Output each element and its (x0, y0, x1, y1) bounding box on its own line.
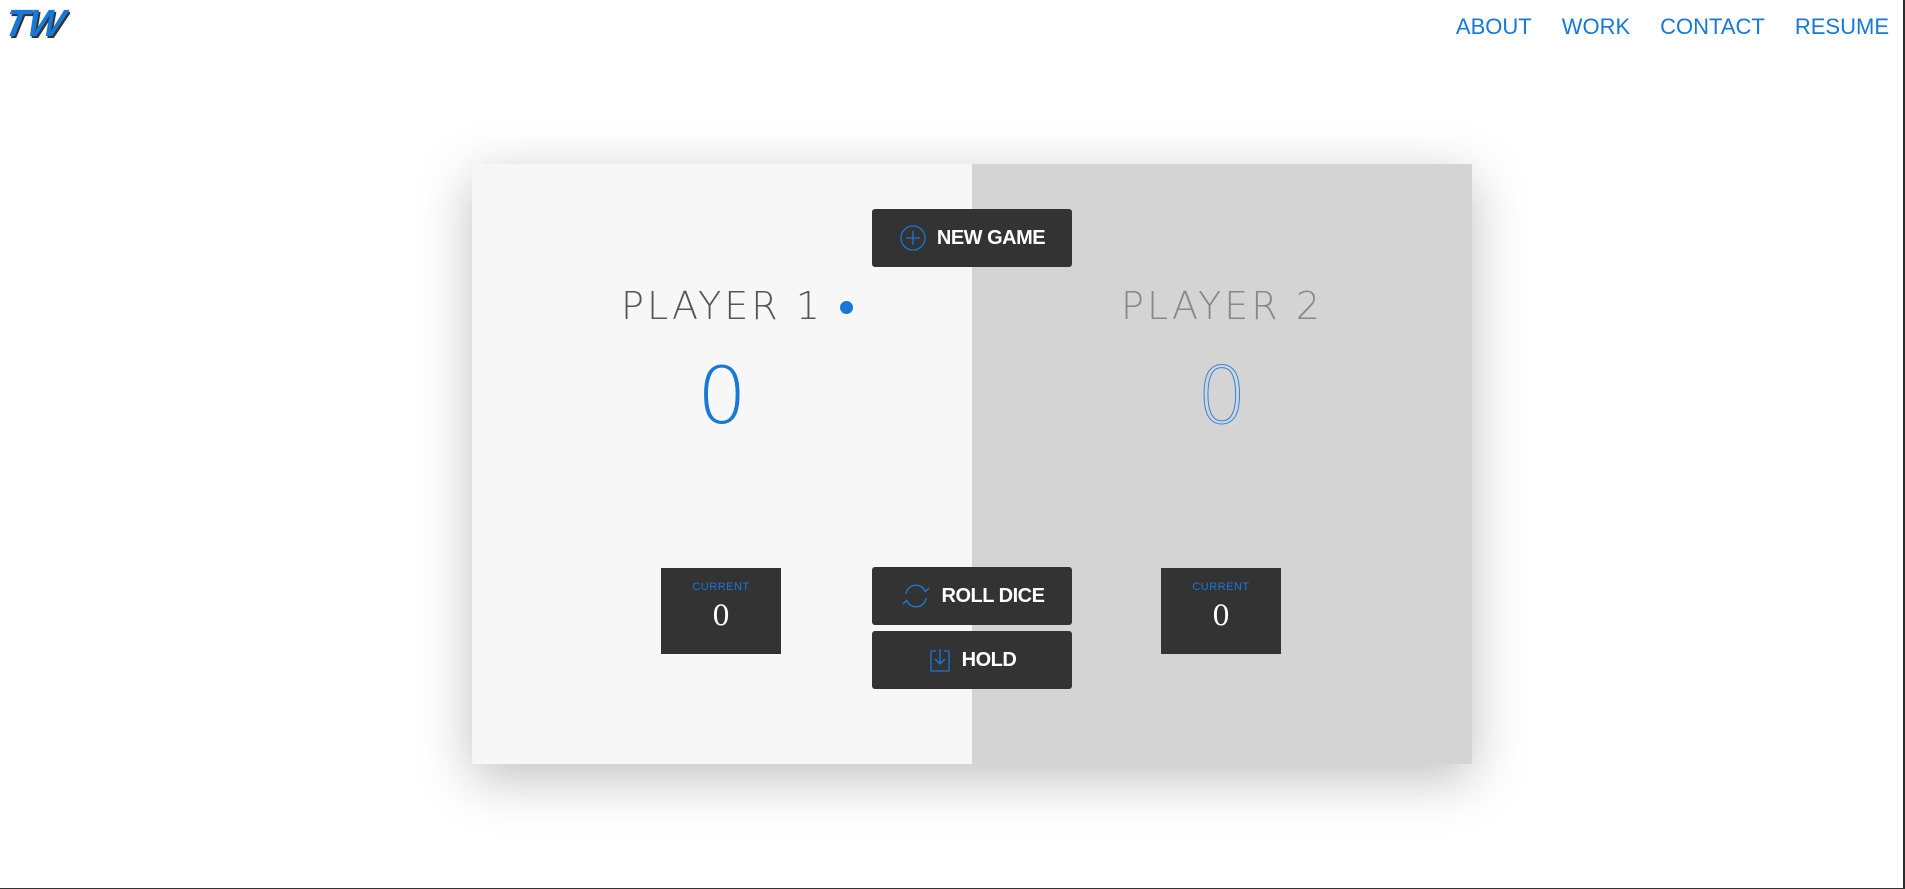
player-2-current-value: 0 (1212, 599, 1230, 632)
player-2-score: 0 (1197, 352, 1248, 443)
svg-text:TW: TW (8, 2, 70, 45)
nav-resume[interactable]: RESUME (1795, 14, 1889, 40)
main-nav: ABOUT WORK CONTACT RESUME (1456, 14, 1889, 40)
refresh-icon (902, 584, 930, 608)
player-1-score: 0 (697, 352, 747, 442)
logo[interactable]: TW TW (8, 0, 70, 52)
roll-dice-button[interactable]: ROLL DICE (872, 567, 1072, 625)
player-2-current-box: CURRENT 0 (1161, 568, 1281, 654)
nav-about[interactable]: ABOUT (1456, 14, 1532, 40)
game-board: PLAYER 1 0 CURRENT 0 PLAYER 2 0 CURRENT … (472, 164, 1472, 764)
player-1-current-value: 0 (712, 599, 730, 632)
player-2-name: PLAYER 2 (1121, 284, 1323, 328)
new-game-label: NEW GAME (936, 226, 1046, 249)
new-game-button[interactable]: NEW GAME (872, 209, 1072, 267)
plus-circle-icon (900, 225, 926, 251)
player-1-current-label: CURRENT (692, 581, 750, 593)
player-1-current-box: CURRENT 0 (661, 568, 781, 654)
download-icon (930, 649, 950, 672)
active-player-indicator (840, 301, 853, 314)
nav-contact[interactable]: CONTACT (1660, 14, 1765, 40)
player-1-name: PLAYER 1 (621, 284, 823, 328)
player-2-current-label: CURRENT (1192, 581, 1250, 593)
hold-label: HOLD (961, 648, 1017, 671)
nav-work[interactable]: WORK (1562, 14, 1630, 40)
hold-button[interactable]: HOLD (872, 631, 1072, 689)
roll-dice-label: ROLL DICE (941, 584, 1045, 607)
